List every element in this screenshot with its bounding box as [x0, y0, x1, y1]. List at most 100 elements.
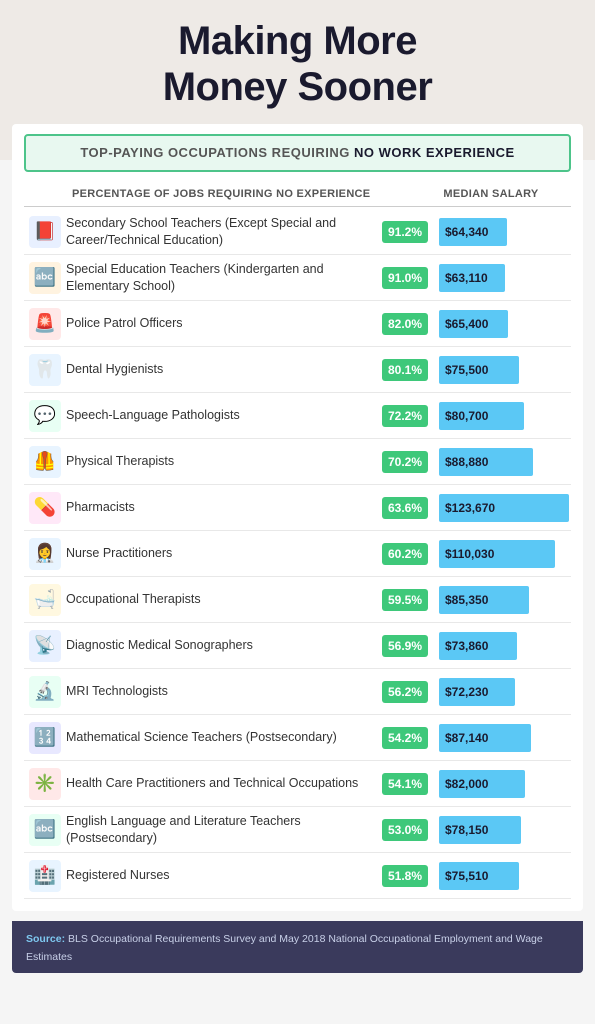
- page-header: Making More Money Sooner: [0, 0, 595, 124]
- icon-cell: 👩‍⚕️: [24, 538, 66, 570]
- occupation-icon: 🔤: [29, 262, 61, 294]
- top-banner: TOP-PAYING OCCUPATIONS REQUIRING NO WORK…: [24, 134, 571, 172]
- salary-value: $75,500: [445, 363, 488, 377]
- salary-value: $80,700: [445, 409, 488, 423]
- percentage-cell: 80.1%: [379, 359, 431, 381]
- percentage-badge: 54.2%: [382, 727, 428, 749]
- salary-bar: $64,340: [439, 218, 507, 246]
- occupation-icon: 📡: [29, 630, 61, 662]
- right-col-label: MEDIAN SALARY: [411, 188, 571, 200]
- percentage-badge: 56.9%: [382, 635, 428, 657]
- salary-cell: $64,340: [431, 218, 571, 246]
- footer: Source: BLS Occupational Requirements Su…: [12, 921, 583, 973]
- percentage-cell: 54.1%: [379, 773, 431, 795]
- table-row: 💊 Pharmacists 63.6% $123,670: [24, 485, 571, 531]
- salary-bar: $123,670: [439, 494, 569, 522]
- salary-value: $65,400: [445, 317, 488, 331]
- salary-bar-wrap: $85,350: [439, 586, 569, 614]
- percentage-cell: 54.2%: [379, 727, 431, 749]
- salary-value: $88,880: [445, 455, 488, 469]
- salary-bar: $110,030: [439, 540, 555, 568]
- job-name: Pharmacists: [66, 499, 379, 515]
- salary-bar-wrap: $110,030: [439, 540, 569, 568]
- table-header: PERCENTAGE OF JOBS REQUIRING NO EXPERIEN…: [24, 182, 571, 207]
- occupation-icon: 💊: [29, 492, 61, 524]
- salary-value: $73,860: [445, 639, 488, 653]
- salary-value: $75,510: [445, 869, 488, 883]
- table-row: 🔬 MRI Technologists 56.2% $72,230: [24, 669, 571, 715]
- salary-bar: $85,350: [439, 586, 529, 614]
- icon-cell: 🦷: [24, 354, 66, 386]
- percentage-badge: 56.2%: [382, 681, 428, 703]
- salary-bar-wrap: $73,860: [439, 632, 569, 660]
- icon-cell: 📕: [24, 216, 66, 248]
- salary-cell: $85,350: [431, 586, 571, 614]
- percentage-badge: 60.2%: [382, 543, 428, 565]
- occupation-icon: 🛁: [29, 584, 61, 616]
- table-row: 🏥 Registered Nurses 51.8% $75,510: [24, 853, 571, 899]
- salary-cell: $82,000: [431, 770, 571, 798]
- salary-bar-wrap: $65,400: [439, 310, 569, 338]
- salary-value: $72,230: [445, 685, 488, 699]
- job-name: Diagnostic Medical Sonographers: [66, 637, 379, 653]
- percentage-badge: 59.5%: [382, 589, 428, 611]
- salary-cell: $75,510: [431, 862, 571, 890]
- occupation-icon: ✳️: [29, 768, 61, 800]
- icon-cell: 📡: [24, 630, 66, 662]
- icon-cell: 🔢: [24, 722, 66, 754]
- salary-bar: $75,510: [439, 862, 519, 890]
- salary-value: $64,340: [445, 225, 488, 239]
- salary-bar-wrap: $87,140: [439, 724, 569, 752]
- data-table: 📕 Secondary School Teachers (Except Spec…: [24, 209, 571, 899]
- percentage-badge: 80.1%: [382, 359, 428, 381]
- job-name: Special Education Teachers (Kindergarten…: [66, 261, 379, 294]
- banner-text: TOP-PAYING OCCUPATIONS REQUIRING NO WORK…: [80, 145, 514, 160]
- occupation-icon: 💬: [29, 400, 61, 432]
- percentage-badge: 91.2%: [382, 221, 428, 243]
- occupation-icon: 🏥: [29, 860, 61, 892]
- percentage-cell: 70.2%: [379, 451, 431, 473]
- salary-bar-wrap: $75,510: [439, 862, 569, 890]
- percentage-badge: 72.2%: [382, 405, 428, 427]
- percentage-cell: 82.0%: [379, 313, 431, 335]
- salary-cell: $65,400: [431, 310, 571, 338]
- salary-cell: $88,880: [431, 448, 571, 476]
- percentage-badge: 70.2%: [382, 451, 428, 473]
- salary-bar: $82,000: [439, 770, 525, 798]
- table-row: 🔢 Mathematical Science Teachers (Postsec…: [24, 715, 571, 761]
- icon-cell: 🔬: [24, 676, 66, 708]
- salary-bar-wrap: $78,150: [439, 816, 569, 844]
- page-title: Making More Money Sooner: [20, 18, 575, 110]
- main-content: TOP-PAYING OCCUPATIONS REQUIRING NO WORK…: [12, 124, 583, 911]
- salary-bar: $80,700: [439, 402, 524, 430]
- salary-value: $78,150: [445, 823, 488, 837]
- job-name: Physical Therapists: [66, 453, 379, 469]
- occupation-icon: 🔬: [29, 676, 61, 708]
- table-row: 📕 Secondary School Teachers (Except Spec…: [24, 209, 571, 255]
- percentage-badge: 51.8%: [382, 865, 428, 887]
- percentage-cell: 51.8%: [379, 865, 431, 887]
- salary-bar: $72,230: [439, 678, 515, 706]
- salary-cell: $72,230: [431, 678, 571, 706]
- occupation-icon: 📕: [29, 216, 61, 248]
- salary-cell: $73,860: [431, 632, 571, 660]
- percentage-cell: 63.6%: [379, 497, 431, 519]
- salary-value: $82,000: [445, 777, 488, 791]
- salary-bar-wrap: $123,670: [439, 494, 569, 522]
- percentage-cell: 53.0%: [379, 819, 431, 841]
- percentage-cell: 91.0%: [379, 267, 431, 289]
- salary-bar: $87,140: [439, 724, 531, 752]
- salary-cell: $78,150: [431, 816, 571, 844]
- table-row: 📡 Diagnostic Medical Sonographers 56.9% …: [24, 623, 571, 669]
- percentage-cell: 91.2%: [379, 221, 431, 243]
- salary-bar-wrap: $88,880: [439, 448, 569, 476]
- percentage-cell: 72.2%: [379, 405, 431, 427]
- percentage-badge: 53.0%: [382, 819, 428, 841]
- table-row: 🦷 Dental Hygienists 80.1% $75,500: [24, 347, 571, 393]
- salary-bar-wrap: $72,230: [439, 678, 569, 706]
- icon-cell: 💬: [24, 400, 66, 432]
- salary-value: $110,030: [445, 547, 494, 561]
- table-row: 👩‍⚕️ Nurse Practitioners 60.2% $110,030: [24, 531, 571, 577]
- salary-value: $87,140: [445, 731, 488, 745]
- salary-bar: $88,880: [439, 448, 533, 476]
